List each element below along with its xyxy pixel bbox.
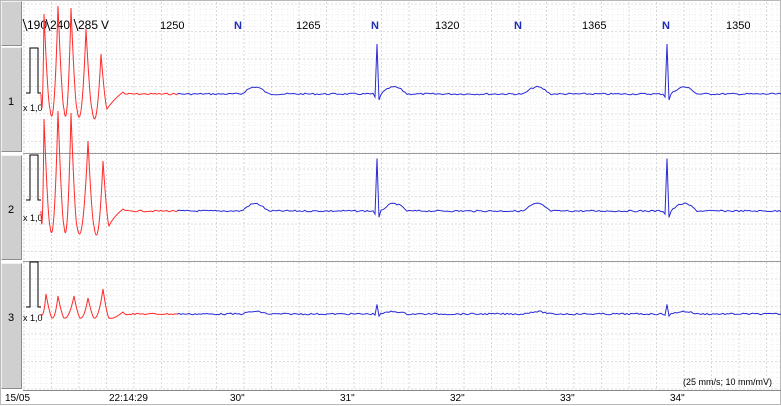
pacing-label: 285 xyxy=(78,18,98,32)
pacing-label: 240 xyxy=(50,18,70,32)
ecg-strip: x 1,0 x 1,0 x 1,0 190 240 285 V 1250 126… xyxy=(22,2,781,391)
stimulated-trace xyxy=(40,110,178,236)
rr-interval-label: 1320 xyxy=(435,20,459,32)
speed-label: (25 mm/s; 10 mm/mV) xyxy=(682,377,772,387)
normal-trace xyxy=(176,158,781,218)
second-tick-label: 33" xyxy=(560,393,575,404)
beat-marker: N xyxy=(662,20,670,32)
rr-interval-label: 1250 xyxy=(160,20,184,32)
beat-marker: N xyxy=(371,20,379,32)
gain-label: x 1,0 xyxy=(23,313,43,323)
rr-interval-label: 1350 xyxy=(726,20,750,32)
rr-interval-label: 1265 xyxy=(296,20,320,32)
date-label: 15/05 xyxy=(5,393,31,404)
gain-label: x 1,0 xyxy=(23,213,43,223)
second-tick-label: 30" xyxy=(230,393,245,404)
stimulated-trace xyxy=(40,288,178,319)
normal-trace xyxy=(176,304,781,318)
rr-interval-label: 1365 xyxy=(582,20,606,32)
second-tick-label: 31" xyxy=(340,393,355,404)
ecg-traces xyxy=(40,5,781,319)
normal-trace xyxy=(176,43,781,101)
beat-marker: N xyxy=(514,20,522,32)
gain-label: x 1,0 xyxy=(23,103,43,113)
second-tick-label: 32" xyxy=(450,393,465,404)
beat-marker: N xyxy=(234,20,242,32)
pacing-suffix: V xyxy=(101,18,109,32)
ecg-viewer-frame: 1 2 3 x 1,0 x 1,0 x 1,0 190 240 285 V 12… xyxy=(0,0,781,405)
second-tick-label: 34" xyxy=(670,393,685,404)
start-time-label: 22:14:29 xyxy=(109,393,148,404)
